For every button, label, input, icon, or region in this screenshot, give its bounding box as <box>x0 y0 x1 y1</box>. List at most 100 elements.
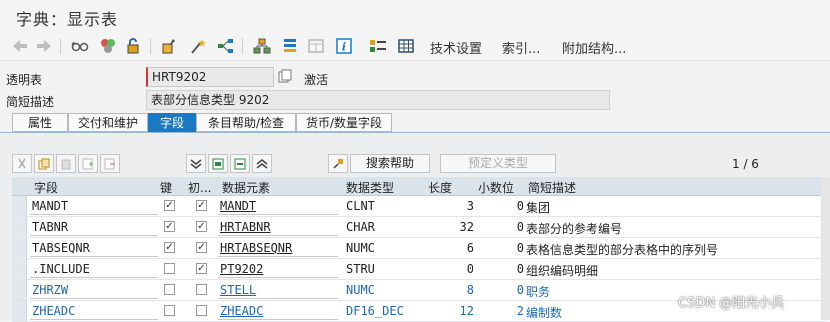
deselect-block-icon[interactable] <box>230 154 250 173</box>
vertical-scrollbar[interactable] <box>821 178 830 320</box>
copy-icon[interactable] <box>278 69 292 86</box>
initial-checkbox[interactable] <box>196 284 207 295</box>
watermark: CSDN @阳光小兵 <box>678 296 785 311</box>
initial-checkbox[interactable]: ✓ <box>196 242 207 253</box>
svg-text:i: i <box>342 41 346 54</box>
key-checkbox[interactable] <box>164 263 175 274</box>
key-checkbox[interactable]: ✓ <box>164 242 175 253</box>
search-help-icon[interactable] <box>328 154 348 173</box>
tab-fields[interactable]: 字段 <box>148 113 196 137</box>
table-row[interactable]: .INCLUDE ✓ PT9202 STRU 0 0 组织编码明细 <box>12 259 828 280</box>
row-selector[interactable] <box>12 259 27 279</box>
col-length[interactable]: 长度 <box>428 179 452 196</box>
delete-row-icon[interactable] <box>100 154 120 173</box>
decimals-value: 0 <box>516 283 524 297</box>
select-block-icon[interactable] <box>208 154 228 173</box>
data-element[interactable]: MANDT <box>220 199 256 213</box>
short-description-field[interactable]: 表部分信息类型 9202 <box>146 90 610 110</box>
back-arrow-icon[interactable] <box>10 36 30 56</box>
row-selector[interactable] <box>12 217 27 237</box>
key-checkbox[interactable]: ✓ <box>164 200 175 211</box>
col-key[interactable]: 键 <box>160 179 172 196</box>
expand-all-icon[interactable] <box>186 154 206 173</box>
short-description: 集团 <box>526 201 551 215</box>
info-icon[interactable]: i <box>334 36 354 56</box>
short-description: 职务 <box>526 285 551 299</box>
hierarchy-icon[interactable] <box>252 36 272 56</box>
cut-icon[interactable] <box>12 154 32 173</box>
other-object-icon[interactable] <box>98 36 118 56</box>
field-name: ZHEADC <box>32 304 76 318</box>
application-toolbar: i 技术设置 索引... 附加结构... <box>0 32 830 61</box>
tab-delivery-maintenance[interactable]: 交付和维护 <box>68 113 148 132</box>
forward-arrow-icon[interactable] <box>34 36 54 56</box>
tab-currency-quantity[interactable]: 货币/数量字段 <box>296 113 392 132</box>
data-element[interactable]: HRTABSEQNR <box>220 241 292 255</box>
window-title: 字典：显示表 <box>16 10 119 29</box>
col-field[interactable]: 字段 <box>34 179 58 196</box>
object-list-icon[interactable] <box>368 36 388 56</box>
table-row[interactable]: MANDT ✓ ✓ MANDT CLNT 3 0 集团 <box>12 196 828 217</box>
initial-checkbox[interactable]: ✓ <box>196 221 207 232</box>
table-row[interactable]: TABSEQNR ✓ ✓ HRTABSEQNR NUMC 6 0 表格信息类型的… <box>12 238 828 259</box>
decimals-value: 0 <box>516 262 524 276</box>
length-value: 12 <box>459 304 474 318</box>
row-selector[interactable] <box>12 238 27 258</box>
data-type: STRU <box>346 262 375 276</box>
col-data-element[interactable]: 数据元素 <box>222 179 270 196</box>
key-checkbox[interactable] <box>164 284 175 295</box>
length-value: 32 <box>459 220 474 234</box>
col-initial[interactable]: 初... <box>188 179 211 196</box>
initial-checkbox[interactable]: ✓ <box>196 200 207 211</box>
append-structure-button[interactable]: 附加结构... <box>562 38 626 57</box>
col-decimals[interactable]: 小数位 <box>478 179 514 196</box>
where-used-icon[interactable] <box>216 36 236 56</box>
initial-checkbox[interactable] <box>196 305 207 316</box>
data-type: DF16_DEC <box>346 304 404 318</box>
table-name-value: HRT9202 <box>152 70 207 84</box>
glasses-icon[interactable] <box>70 36 90 56</box>
length-value: 6 <box>466 241 474 255</box>
tab-attributes[interactable]: 属性 <box>12 113 68 132</box>
table-header: 字段 键 初... 数据元素 数据类型 长度 小数位 简短描述 <box>12 177 828 196</box>
key-checkbox[interactable] <box>164 305 175 316</box>
data-type: CLNT <box>346 199 375 213</box>
technical-settings-button[interactable]: 技术设置 <box>430 38 482 57</box>
table-icon[interactable] <box>396 36 416 56</box>
collapse-all-icon[interactable] <box>252 154 272 173</box>
title-bar: 字典：显示表 <box>0 0 830 32</box>
col-short-description[interactable]: 简短描述 <box>528 179 576 196</box>
paste-icon[interactable] <box>56 154 76 173</box>
tab-input-help-check[interactable]: 条目帮助/检查 <box>196 113 296 132</box>
field-name: MANDT <box>32 199 69 213</box>
grid-layout-icon[interactable] <box>306 36 326 56</box>
data-element[interactable]: HRTABNR <box>220 220 271 234</box>
row-selector[interactable] <box>12 280 27 300</box>
field-name: TABNR <box>32 220 69 234</box>
insert-row-icon[interactable] <box>78 154 98 173</box>
initial-checkbox[interactable]: ✓ <box>196 263 207 274</box>
edit-toggle-icon[interactable] <box>124 36 144 56</box>
row-selector[interactable] <box>12 196 27 216</box>
activate-icon[interactable] <box>188 36 208 56</box>
table-row[interactable]: TABNR ✓ ✓ HRTABNR CHAR 32 0 表部分的参考编号 <box>12 217 828 238</box>
data-element[interactable]: STELL <box>220 283 256 297</box>
toolbar-separator <box>242 38 243 54</box>
short-description: 表部分的参考编号 <box>526 222 623 236</box>
table-name-field[interactable]: HRT9202 <box>146 67 274 87</box>
row-selector[interactable] <box>12 301 27 321</box>
display-list-icon[interactable] <box>280 36 300 56</box>
short-description: 表格信息类型的部分表格中的序列号 <box>526 243 719 257</box>
field-name: TABSEQNR <box>32 241 90 255</box>
index-button[interactable]: 索引... <box>502 38 540 57</box>
copy-row-icon[interactable] <box>34 154 54 173</box>
page-indicator: 1 / 6 <box>732 157 759 171</box>
data-element[interactable]: ZHEADC <box>220 304 263 318</box>
key-checkbox[interactable]: ✓ <box>164 221 175 232</box>
search-help-button[interactable]: 搜索帮助 <box>350 154 430 173</box>
check-icon[interactable] <box>160 36 180 56</box>
length-value: 8 <box>466 283 474 297</box>
status-text: 激活 <box>304 73 329 87</box>
col-data-type[interactable]: 数据类型 <box>346 179 394 196</box>
data-element[interactable]: PT9202 <box>220 262 263 276</box>
